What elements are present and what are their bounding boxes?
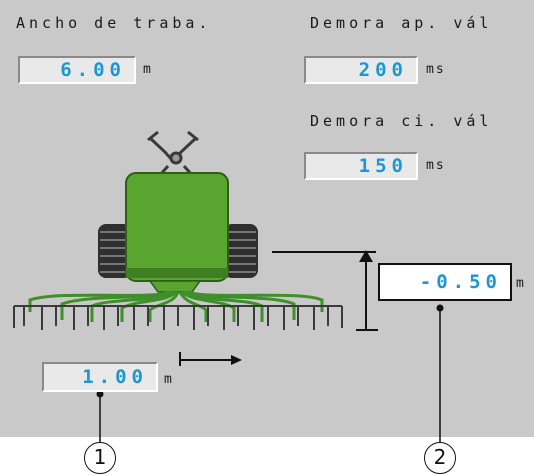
lateral-offset-value: 1.00: [82, 366, 148, 388]
right-wheel: [224, 224, 258, 278]
valve-close-delay-label: Demora ci. vál: [310, 112, 493, 130]
seed-hopper: [125, 172, 229, 282]
valve-open-delay-unit: ms: [426, 62, 446, 77]
working-width-unit: m: [143, 62, 153, 77]
working-width-label: Ancho de traba.: [16, 14, 212, 32]
height-indicator: [272, 251, 378, 331]
lateral-offset-field[interactable]: 1.00: [42, 362, 158, 392]
height-offset-field[interactable]: -0.50: [378, 263, 512, 301]
height-offset-value: -0.50: [419, 271, 502, 293]
callout-1: 1: [84, 442, 116, 474]
arrow-right-icon: [179, 352, 242, 366]
terminal-screen: Ancho de traba. 6.00 m Demora ap. vál 20…: [0, 0, 534, 444]
working-width-field[interactable]: 6.00: [18, 56, 136, 84]
working-width-value: 6.00: [60, 59, 126, 81]
valve-open-delay-label: Demora ap. vál: [310, 14, 493, 32]
valve-open-delay-field[interactable]: 200: [304, 56, 418, 84]
lateral-offset-unit: m: [164, 372, 174, 387]
hitch-icon: [147, 130, 199, 176]
valve-open-delay-value: 200: [358, 59, 408, 81]
valve-close-delay-value: 150: [358, 155, 408, 177]
callout-2: 2: [424, 442, 456, 474]
valve-close-delay-unit: ms: [426, 158, 446, 173]
valve-close-delay-field[interactable]: 150: [304, 152, 418, 180]
height-offset-unit: m: [516, 276, 526, 291]
